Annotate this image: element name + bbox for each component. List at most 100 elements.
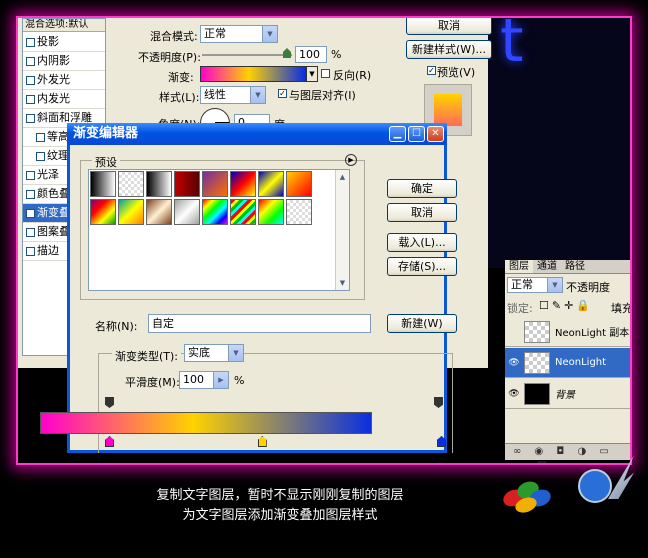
preset-swatch[interactable] [258,199,284,225]
presets-scrollbar[interactable]: ▲ ▼ [335,170,349,290]
caption: 复制文字图层，暂时不显示刚刚复制的图层 为文字图层添加渐变叠加图层样式 [0,486,560,526]
tab-paths[interactable]: 路径 [561,260,589,273]
new-style-button[interactable]: 新建样式(W)... [406,40,492,59]
presets-menu-icon[interactable]: ▶ [345,154,357,166]
gradient-editor-dialog: 渐变编辑器 ▁ ☐ ✕ 预设 ▶ ▲ ▼ 确定 取消 载入(L)... 存储(S… [67,123,457,453]
caption-line-1: 复制文字图层，暂时不显示刚刚复制的图层 [156,488,404,503]
cancel-button[interactable]: 取消 [387,203,457,222]
smoothness-select[interactable]: 100 ▶ [179,371,229,389]
style-preview-swatch [434,94,462,126]
eye-icon[interactable]: 👁 [507,387,521,401]
effect-checkbox[interactable] [26,189,35,199]
chevron-down-icon: ▼ [228,345,243,361]
smoothness-unit: % [234,374,245,387]
layer-row[interactable]: 👁 背景 [505,379,630,409]
new-gradient-button[interactable]: 新建(W) [387,314,457,333]
opacity-slider[interactable] [202,54,292,56]
tab-channels[interactable]: 通道 [533,260,561,273]
name-input[interactable]: 自定 [148,314,371,333]
layers-panel-tabs: 图层 通道 路径 [505,260,630,274]
preset-swatch[interactable] [202,171,228,197]
save-button[interactable]: 存储(S)... [387,257,457,276]
ok-button[interactable]: 确定 [387,179,457,198]
layer-row[interactable]: NeonLight 副本 [505,317,630,347]
effect-checkbox[interactable] [26,94,35,104]
effect-checkbox[interactable] [26,246,35,256]
gradient-settings-group [98,353,453,453]
gradient-label: 渐变: [168,71,194,84]
gradient-type-label: 渐变类型(T): [112,348,182,364]
align-with-layer-checkbox[interactable]: ✓ [278,89,287,98]
effect-checkbox[interactable] [26,113,35,123]
preset-swatch[interactable] [230,199,256,225]
lock-icons[interactable]: ☐✎✛🔒 [539,299,593,312]
lock-label: 锁定: [507,302,533,315]
brand-logo-icon [500,472,563,516]
scroll-up-icon[interactable]: ▲ [336,170,349,184]
effect-checkbox[interactable] [36,132,45,142]
preset-swatch[interactable] [286,171,312,197]
effect-label: 内发光 [37,92,70,105]
effect-label: 内阴影 [37,54,70,67]
reverse-label: 反向(R) [333,69,372,82]
gradient-bar[interactable] [40,412,372,434]
fill-label: 填充 [611,302,630,315]
effect-checkbox[interactable]: ✓ [26,208,35,218]
preview-checkbox[interactable]: ✓ [427,66,436,75]
layer-opacity-label: 不透明度 [566,281,610,294]
effect-item[interactable]: 外发光 [23,71,105,90]
layer-blend-mode-select[interactable]: 正常 ▼ [507,277,563,293]
presets-label: 预设 [92,154,120,170]
eye-icon[interactable]: 👁 [507,356,521,370]
gradient-type-select[interactable]: 实底 ▼ [184,344,244,362]
preset-swatch[interactable] [118,171,144,197]
preset-swatch[interactable] [258,171,284,197]
effect-checkbox[interactable] [26,56,35,66]
maximize-icon[interactable]: ☐ [408,126,425,142]
tab-layers[interactable]: 图层 [505,260,533,273]
opacity-slider-handle[interactable] [283,48,291,58]
effect-checkbox[interactable] [26,170,35,180]
scroll-down-icon[interactable]: ▼ [336,276,349,290]
effect-checkbox[interactable] [26,227,35,237]
close-icon[interactable]: ✕ [427,126,444,142]
minimize-icon[interactable]: ▁ [389,126,406,142]
blending-options-item[interactable]: 混合选项:默认 [23,19,105,32]
preset-swatch[interactable] [146,199,172,225]
preset-swatch[interactable] [90,171,116,197]
style-select[interactable]: 线性 ▼ [200,86,266,104]
load-button[interactable]: 载入(L)... [387,233,457,252]
opacity-unit: % [331,48,342,61]
presets-swatch-grid: ▲ ▼ [88,169,350,291]
effect-item[interactable]: 内阴影 [23,52,105,71]
effect-label: 纹理 [47,149,69,162]
preset-swatch[interactable] [202,199,228,225]
preset-swatch[interactable] [146,171,172,197]
wing-emblem-icon [570,455,640,510]
effect-checkbox[interactable] [26,37,35,47]
gradient-dropdown-arrow[interactable]: ▼ [306,66,318,82]
preset-swatch[interactable] [286,199,312,225]
opacity-input[interactable]: 100 [295,46,327,63]
effect-checkbox[interactable] [36,151,45,161]
preset-swatch[interactable] [90,199,116,225]
effect-item[interactable]: 投影 [23,33,105,52]
align-with-layer-label: 与图层对齐(I) [289,89,356,102]
preset-swatch[interactable] [174,171,200,197]
preset-swatch[interactable] [230,171,256,197]
smoothness-label: 平滑度(M): [125,376,180,389]
blend-mode-select[interactable]: 正常 ▼ [200,25,278,43]
opacity-label: 不透明度(P): [138,51,201,64]
eye-icon[interactable] [507,325,521,339]
preset-swatch[interactable] [118,199,144,225]
effect-label: 外发光 [37,73,70,86]
effect-label: 描边 [37,244,59,257]
layer-row[interactable]: 👁 NeonLight [505,348,630,378]
reverse-checkbox[interactable] [321,69,330,78]
layer-style-cancel-button[interactable]: 取消 [406,18,492,35]
effect-checkbox[interactable] [26,75,35,85]
effect-item[interactable]: 内发光 [23,90,105,109]
preset-swatch[interactable] [174,199,200,225]
gradient-preview-picker[interactable] [200,66,306,82]
layer-name: 背景 [555,390,575,401]
